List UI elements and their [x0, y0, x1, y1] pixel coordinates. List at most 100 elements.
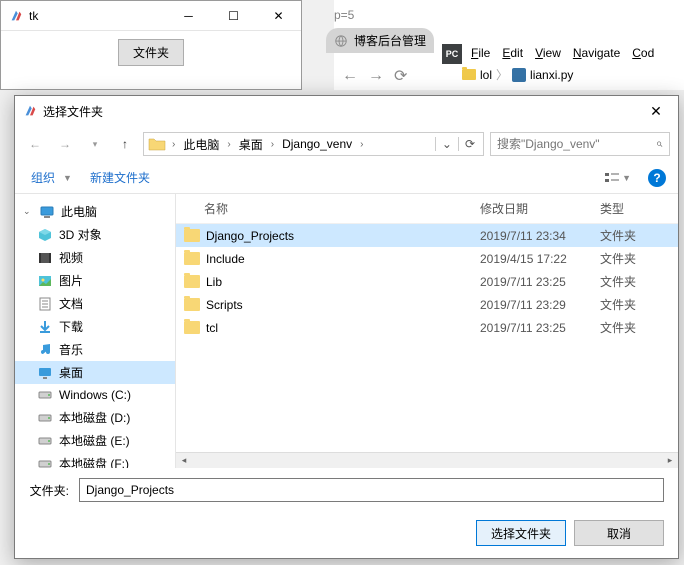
tree-item-label: 下载 — [59, 318, 83, 335]
file-type: 文件夹 — [600, 296, 670, 313]
tree-item-drive[interactable]: 本地磁盘 (D:) — [15, 406, 175, 429]
tree-item-label: 桌面 — [59, 364, 83, 381]
tree-item-pc[interactable]: ⌄ 此电脑 — [15, 200, 175, 223]
tree-item-label: 本地磁盘 (D:) — [59, 409, 130, 426]
ide-icon: PC — [442, 44, 462, 64]
view-options-button[interactable]: ▼ — [599, 168, 636, 188]
nav-recent-button[interactable]: ▾ — [83, 132, 107, 156]
download-icon — [37, 319, 53, 335]
file-row[interactable]: Django_Projects2019/7/11 23:34文件夹 — [176, 224, 678, 247]
chevron-right-icon[interactable]: › — [168, 139, 179, 150]
horizontal-scrollbar[interactable]: ◂ ▸ — [176, 452, 678, 468]
collapse-icon[interactable]: ⌄ — [23, 206, 33, 217]
new-folder-button[interactable]: 新建文件夹 — [86, 169, 154, 186]
file-date: 2019/7/11 23:25 — [480, 321, 600, 335]
folder-icon — [148, 137, 166, 151]
3d-icon — [37, 227, 53, 243]
maximize-button[interactable]: ☐ — [211, 1, 256, 30]
file-row[interactable]: Include2019/4/15 17:22文件夹 — [176, 247, 678, 270]
menu-file[interactable]: File — [467, 44, 494, 62]
tree-item-download[interactable]: 下载 — [15, 315, 175, 338]
file-date: 2019/7/11 23:29 — [480, 298, 600, 312]
chevron-right-icon[interactable]: › — [356, 139, 367, 150]
tree-item-3d[interactable]: 3D 对象 — [15, 223, 175, 246]
scroll-right-icon[interactable]: ▸ — [662, 453, 678, 468]
crumb-file[interactable]: lianxi.py — [530, 68, 573, 82]
file-row[interactable]: tcl2019/7/11 23:25文件夹 — [176, 316, 678, 339]
help-button[interactable]: ? — [648, 169, 666, 187]
forward-icon[interactable]: → — [368, 67, 384, 85]
breadcrumb-bar[interactable]: › 此电脑 › 桌面 › Django_venv › ⌄ ⟳ — [143, 132, 484, 156]
close-button[interactable]: ✕ — [256, 1, 301, 30]
breadcrumb-item[interactable]: Django_venv — [278, 137, 356, 151]
folder-button[interactable]: 文件夹 — [118, 39, 184, 66]
reload-icon[interactable]: ⟳ — [394, 66, 407, 86]
tree-item-drive[interactable]: 本地磁盘 (F:) — [15, 452, 175, 468]
breadcrumb-refresh-button[interactable]: ⟳ — [458, 137, 481, 151]
browser-tab-label: 博客后台管理 — [354, 32, 426, 49]
breadcrumb-dropdown-button[interactable]: ⌄ — [435, 137, 458, 151]
search-icon[interactable] — [656, 137, 663, 151]
file-list[interactable]: Django_Projects2019/7/11 23:34文件夹Include… — [176, 224, 678, 452]
drive-icon — [37, 456, 53, 469]
filename-label: 文件夹: — [29, 482, 69, 499]
scroll-left-icon[interactable]: ◂ — [176, 453, 192, 468]
chevron-down-icon: ▼ — [63, 173, 72, 183]
tree-item-picture[interactable]: 图片 — [15, 269, 175, 292]
file-type: 文件夹 — [600, 250, 670, 267]
column-type[interactable]: 类型 — [600, 200, 670, 217]
drive-icon — [37, 387, 53, 403]
filename-input[interactable] — [79, 478, 664, 502]
file-row[interactable]: Lib2019/7/11 23:25文件夹 — [176, 270, 678, 293]
menu-code[interactable]: Cod — [628, 44, 658, 62]
file-row[interactable]: Scripts2019/7/11 23:29文件夹 — [176, 293, 678, 316]
nav-forward-button[interactable]: → — [53, 132, 77, 156]
chevron-right-icon[interactable]: › — [223, 139, 234, 150]
drive-icon — [37, 433, 53, 449]
breadcrumb-item[interactable]: 桌面 — [235, 136, 267, 153]
tree-item-label: 此电脑 — [61, 203, 97, 220]
file-date: 2019/7/11 23:25 — [480, 275, 600, 289]
dialog-close-button[interactable]: ✕ — [636, 97, 676, 125]
desktop-icon — [37, 365, 53, 381]
folder-icon — [184, 275, 200, 288]
globe-icon — [334, 34, 348, 48]
dialog-titlebar[interactable]: 选择文件夹 ✕ — [15, 96, 678, 126]
column-name[interactable]: 名称 — [184, 200, 480, 217]
tree-item-desktop[interactable]: 桌面 — [15, 361, 175, 384]
tree-item-label: 本地磁盘 (F:) — [59, 455, 129, 468]
folder-tree[interactable]: ⌄ 此电脑 3D 对象视频图片文档下载音乐桌面 Windows (C:) 本地磁盘 (D… — [15, 194, 175, 468]
code-fragment: p=5 — [334, 8, 354, 22]
search-box[interactable] — [490, 132, 670, 156]
cancel-button[interactable]: 取消 — [574, 520, 664, 546]
ide-background: p=5 博客后台管理 PC File Edit View Navigate Co… — [334, 0, 684, 90]
menu-edit[interactable]: Edit — [498, 44, 527, 62]
select-folder-button[interactable]: 选择文件夹 — [476, 520, 566, 546]
menu-view[interactable]: View — [531, 44, 565, 62]
tk-titlebar[interactable]: tk ─ ☐ ✕ — [1, 1, 301, 31]
search-input[interactable] — [497, 137, 652, 151]
crumb-folder[interactable]: lol — [480, 68, 492, 82]
menu-navigate[interactable]: Navigate — [569, 44, 624, 62]
tree-item-label: 3D 对象 — [59, 226, 102, 243]
ide-menubar: File Edit View Navigate Cod — [467, 44, 658, 62]
file-list-header[interactable]: 名称 修改日期 类型 — [176, 194, 678, 224]
browser-nav: ← → ⟳ — [334, 62, 415, 90]
organize-menu[interactable]: 组织 — [27, 169, 59, 186]
tree-item-drive[interactable]: 本地磁盘 (E:) — [15, 429, 175, 452]
tree-item-video[interactable]: 视频 — [15, 246, 175, 269]
chevron-right-icon[interactable]: › — [267, 139, 278, 150]
browser-tab[interactable]: 博客后台管理 — [326, 28, 434, 53]
folder-icon — [462, 69, 476, 80]
nav-up-button[interactable]: ↑ — [113, 132, 137, 156]
nav-back-button[interactable]: ← — [23, 132, 47, 156]
breadcrumb-item[interactable]: 此电脑 — [179, 136, 223, 153]
tree-item-drive[interactable]: Windows (C:) — [15, 384, 175, 406]
tree-item-music[interactable]: 音乐 — [15, 338, 175, 361]
minimize-button[interactable]: ─ — [166, 1, 211, 30]
tree-item-doc[interactable]: 文档 — [15, 292, 175, 315]
file-type: 文件夹 — [600, 319, 670, 336]
back-icon[interactable]: ← — [342, 67, 358, 85]
column-date[interactable]: 修改日期 — [480, 200, 600, 217]
folder-icon — [184, 321, 200, 334]
